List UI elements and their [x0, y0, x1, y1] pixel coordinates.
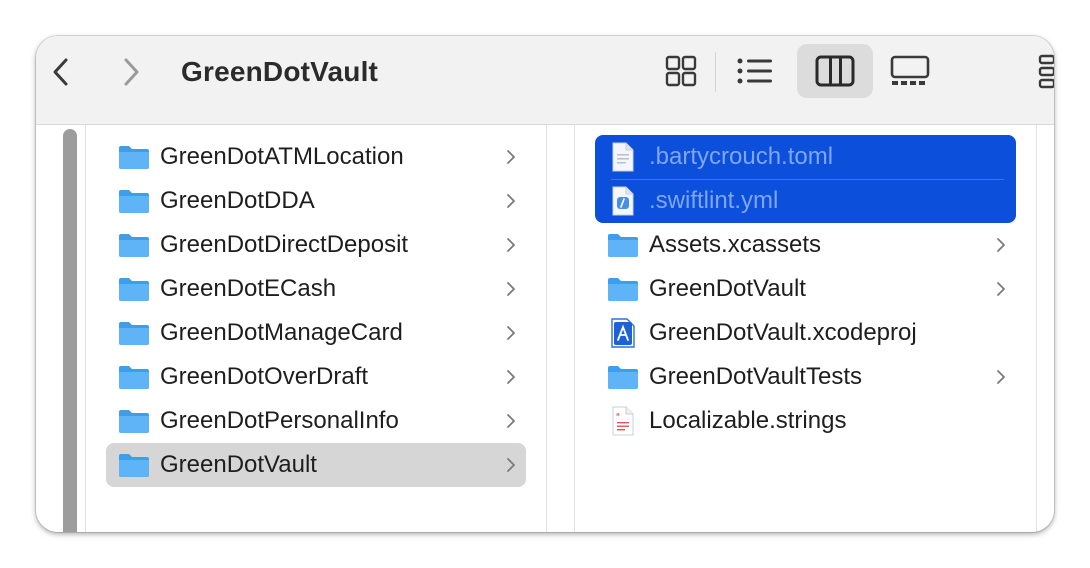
list-item[interactable]: GreenDotDDA	[106, 179, 526, 223]
folder-icon	[118, 319, 150, 347]
column-view-button[interactable]	[797, 44, 873, 98]
list-item-selected[interactable]: .bartycrouch.toml	[595, 135, 1016, 179]
toolbar-separator	[715, 52, 716, 92]
folder-icon	[118, 275, 150, 303]
window-title: GreenDotVault	[181, 56, 379, 87]
list-item-label: GreenDotECash	[160, 275, 337, 302]
list-item-label: GreenDotVault.xcodeproj	[649, 319, 917, 346]
list-item[interactable]: GreenDotVault	[595, 267, 1016, 311]
column-divider[interactable]	[1036, 125, 1037, 532]
folder-icon	[607, 275, 639, 303]
list-item[interactable]: GreenDotVaultTests	[595, 355, 1016, 399]
strings-file-icon: “	[607, 406, 639, 436]
column-divider[interactable]	[85, 125, 86, 532]
chevron-right-icon	[506, 355, 516, 399]
sidebar-scrollbar[interactable]	[63, 129, 77, 532]
list-item[interactable]: GreenDotPersonalInfo	[106, 399, 526, 443]
chevron-right-icon	[996, 355, 1006, 399]
folder-icon	[118, 363, 150, 391]
list-item-label: GreenDotVaultTests	[649, 363, 862, 390]
back-button[interactable]	[44, 54, 80, 90]
list-item[interactable]: “ Localizable.strings	[595, 399, 1016, 443]
list-item[interactable]: GreenDotECash	[106, 267, 526, 311]
list-item-label: GreenDotVault	[160, 451, 317, 478]
text-file-icon	[607, 142, 639, 172]
chevron-right-icon	[506, 311, 516, 355]
yml-file-icon	[607, 186, 639, 216]
list-item-label: .bartycrouch.toml	[649, 143, 834, 170]
group-icon	[1038, 54, 1054, 89]
chevron-left-icon	[53, 58, 68, 86]
chevron-right-icon	[506, 443, 516, 487]
folder-icon	[118, 187, 150, 215]
chevron-right-icon	[506, 399, 516, 443]
toolbar: GreenDotVault	[36, 36, 1054, 125]
chevron-right-icon	[506, 267, 516, 311]
xcodeproj-icon	[607, 318, 639, 348]
list-item[interactable]: GreenDotManageCard	[106, 311, 526, 355]
list-item-label: GreenDotATMLocation	[160, 143, 404, 170]
list-item-label: GreenDotVault	[649, 275, 806, 302]
list-item-label: GreenDotDirectDeposit	[160, 231, 409, 258]
list-item-label: Localizable.strings	[649, 407, 847, 434]
gallery-icon	[890, 55, 930, 85]
folder-icon	[118, 231, 150, 259]
svg-text:“: “	[616, 412, 620, 421]
finder-window: GreenDotVault GreenDotATMLocation GreenD…	[36, 36, 1054, 532]
folder-icon	[118, 143, 150, 171]
list-item-label: GreenDotPersonalInfo	[160, 407, 399, 434]
list-item-label: GreenDotOverDraft	[160, 363, 369, 390]
chevron-right-icon	[124, 58, 139, 86]
list-view-button[interactable]	[717, 44, 793, 98]
list-item[interactable]: Assets.xcassets	[595, 223, 1016, 267]
folder-icon	[118, 451, 150, 479]
list-item-label: .swiftlint.yml	[649, 187, 779, 214]
chevron-right-icon	[506, 179, 516, 223]
list-icon	[737, 58, 772, 84]
columns-icon	[815, 55, 855, 87]
chevron-right-icon	[506, 135, 516, 179]
list-item-label: GreenDotManageCard	[160, 319, 403, 346]
folder-icon	[607, 231, 639, 259]
icon-view-button[interactable]	[643, 44, 719, 98]
list-item-label: GreenDotDDA	[160, 187, 315, 214]
list-item[interactable]: GreenDotATMLocation	[106, 135, 526, 179]
gallery-view-button[interactable]	[872, 44, 948, 98]
chevron-right-icon	[506, 223, 516, 267]
list-item-selected[interactable]: GreenDotVault	[106, 443, 526, 487]
column-divider[interactable]	[546, 125, 547, 532]
list-item[interactable]: GreenDotVault.xcodeproj	[595, 311, 1016, 355]
column-divider[interactable]	[574, 125, 575, 532]
list-item-label: Assets.xcassets	[649, 231, 822, 258]
column-browser: GreenDotATMLocation GreenDotDDA GreenDot…	[36, 125, 1054, 532]
chevron-right-icon	[996, 267, 1006, 311]
folder-icon	[118, 407, 150, 435]
chevron-right-icon	[996, 223, 1006, 267]
grid-icon	[665, 55, 697, 87]
list-item-selected[interactable]: .swiftlint.yml	[595, 179, 1016, 223]
folder-icon	[607, 363, 639, 391]
forward-button[interactable]	[112, 54, 148, 90]
list-item[interactable]: GreenDotOverDraft	[106, 355, 526, 399]
list-item[interactable]: GreenDotDirectDeposit	[106, 223, 526, 267]
group-button[interactable]	[1034, 52, 1054, 92]
